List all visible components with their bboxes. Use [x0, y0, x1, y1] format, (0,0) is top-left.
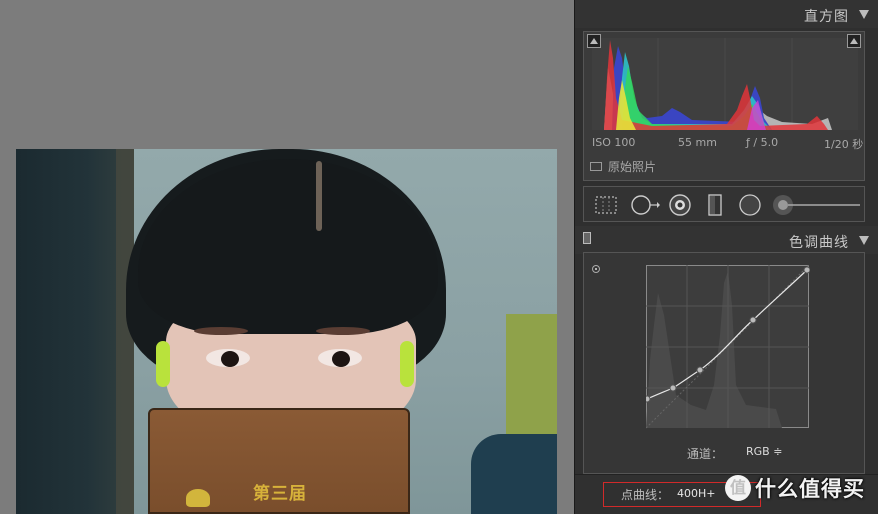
- tone-curve-header[interactable]: 色调曲线: [575, 226, 878, 254]
- watermark-text: 什么值得买: [755, 477, 865, 501]
- iso-value: ISO 100: [592, 136, 636, 149]
- tool-strip: [583, 186, 865, 222]
- photo-right-brow: [316, 327, 370, 335]
- highlight-clipping-icon[interactable]: [847, 34, 861, 48]
- histogram-svg: [604, 38, 832, 130]
- photo-blue-object: [471, 434, 557, 514]
- photo-preview[interactable]: 第三届: [16, 149, 557, 514]
- photo-left-brow: [194, 327, 248, 335]
- photo-left-iris: [221, 351, 239, 367]
- graduated-filter-icon[interactable]: [706, 194, 724, 216]
- adjustment-brush-icon[interactable]: [772, 194, 862, 216]
- photo-canvas-area[interactable]: 第三届: [0, 0, 574, 514]
- channel-select[interactable]: RGB ≑: [746, 445, 782, 458]
- curve-point-darks: [696, 366, 704, 374]
- tone-curve-title: 色调曲线: [789, 235, 849, 251]
- tone-curve-graph[interactable]: [646, 265, 810, 429]
- tone-curve-panel: 通道： RGB ≑: [583, 252, 865, 474]
- targeted-adjustment-icon[interactable]: [592, 265, 600, 273]
- shutter-value: 1/20 秒: [824, 138, 864, 151]
- radial-filter-icon[interactable]: [738, 194, 762, 216]
- develop-right-panel: 直方图 ISO 100 55 mm ƒ / 5.0 1/20 秒 原始照片 色调…: [574, 0, 878, 514]
- red-eye-icon[interactable]: [668, 194, 692, 216]
- curve-point-shadows: [669, 384, 677, 392]
- shadow-clipping-icon[interactable]: [587, 34, 601, 48]
- watermark: 值 什么值得买: [725, 472, 865, 504]
- histogram-panel: ISO 100 55 mm ƒ / 5.0 1/20 秒 原始照片: [583, 31, 865, 181]
- photo-left-earphone: [156, 341, 170, 387]
- histogram-header[interactable]: 直方图: [575, 0, 878, 28]
- curve-point-lights: [749, 316, 757, 324]
- original-photo-checkbox[interactable]: [590, 162, 602, 171]
- curve-point-black: [646, 395, 651, 403]
- point-curve-label: 点曲线：: [621, 488, 670, 502]
- photo-right-earphone: [400, 341, 414, 387]
- collapse-triangle-icon[interactable]: [859, 236, 869, 245]
- watermark-logo: 值: [725, 475, 751, 501]
- photo-book-emblem: [186, 489, 210, 507]
- photo-book-title: 第三届: [253, 484, 307, 504]
- spot-removal-icon[interactable]: [630, 194, 660, 216]
- focal-length-value: 55 mm: [678, 136, 717, 149]
- collapse-triangle-icon[interactable]: [859, 10, 869, 19]
- point-curve-select[interactable]: 400H+: [677, 487, 715, 500]
- photo-right-iris: [332, 351, 350, 367]
- histogram-title: 直方图: [804, 9, 849, 25]
- original-photo-label[interactable]: 原始照片: [608, 158, 656, 175]
- photo-hair-part: [316, 161, 322, 231]
- channel-label: 通道：: [687, 447, 724, 461]
- histogram-graph[interactable]: [592, 38, 858, 130]
- aperture-value: ƒ / 5.0: [746, 136, 779, 149]
- curve-point-white: [803, 266, 810, 274]
- photo-green-panel: [506, 314, 557, 444]
- panel-toggle-switch[interactable]: [583, 232, 591, 244]
- crop-tool-icon[interactable]: [594, 194, 618, 216]
